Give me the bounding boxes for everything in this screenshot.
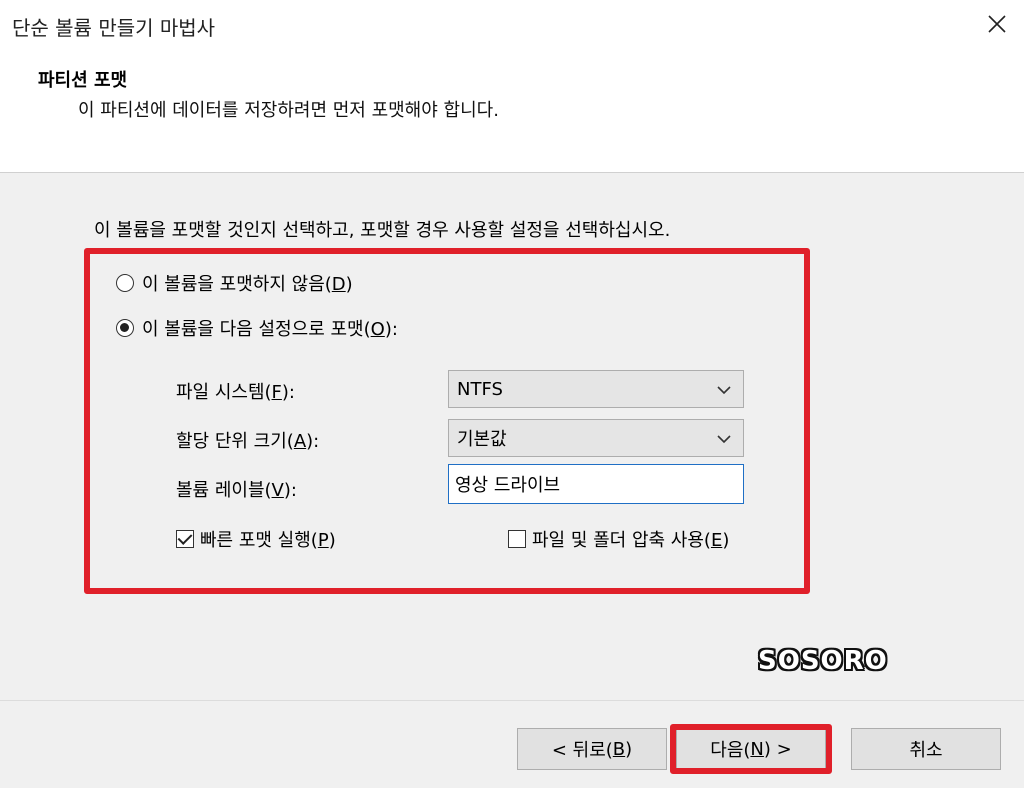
radio-format-label: 이 볼륨을 다음 설정으로 포맷(O): — [142, 319, 398, 340]
close-button[interactable] — [972, 2, 1022, 46]
quick-format-box[interactable] — [176, 530, 194, 548]
close-icon — [988, 15, 1006, 33]
compression-label: 파일 및 폴더 압축 사용(E) — [532, 530, 730, 551]
radio-format[interactable]: 이 볼륨을 다음 설정으로 포맷(O): — [116, 315, 398, 341]
filesystem-select[interactable]: NTFS — [448, 370, 744, 408]
filesystem-label: 파일 시스템(F): — [176, 382, 295, 403]
radio-no-format[interactable]: 이 볼륨을 포맷하지 않음(D) — [116, 270, 353, 296]
volume-label-input[interactable]: 영상 드라이브 — [448, 464, 744, 504]
volume-label-label: 볼륨 레이블(V): — [176, 480, 297, 501]
window-title: 단순 볼륨 만들기 마법사 — [12, 16, 216, 40]
page-heading: 파티션 포맷 — [38, 70, 128, 91]
wizard-header: 단순 볼륨 만들기 마법사 파티션 포맷 이 파티션에 데이터를 저장하려면 먼… — [0, 0, 1024, 173]
page-subheading: 이 파티션에 데이터를 저장하려면 먼저 포맷해야 합니다. — [78, 100, 499, 121]
back-button[interactable]: < 뒤로(B) — [517, 728, 667, 770]
volume-label-value: 영상 드라이브 — [455, 475, 561, 496]
chevron-down-icon — [717, 435, 731, 444]
quick-format-label: 빠른 포맷 실행(P) — [200, 530, 336, 551]
chevron-down-icon — [717, 386, 731, 395]
watermark: SOSORO — [758, 646, 888, 676]
radio-no-format-circle[interactable] — [116, 274, 134, 292]
quick-format-checkbox[interactable]: 빠른 포맷 실행(P) — [176, 526, 336, 552]
compression-box[interactable] — [508, 530, 526, 548]
allocation-label: 할당 단위 크기(A): — [176, 431, 320, 452]
radio-format-circle[interactable] — [116, 319, 134, 337]
cancel-button[interactable]: 취소 — [851, 728, 1001, 770]
allocation-select[interactable]: 기본값 — [448, 419, 744, 457]
footer-divider — [0, 700, 1024, 701]
radio-no-format-label: 이 볼륨을 포맷하지 않음(D) — [142, 274, 353, 295]
next-button[interactable]: 다음(N) > — [676, 728, 826, 770]
filesystem-value: NTFS — [457, 378, 503, 400]
compression-checkbox[interactable]: 파일 및 폴더 압축 사용(E) — [508, 526, 729, 552]
instruction-text: 이 볼륨을 포맷할 것인지 선택하고, 포맷할 경우 사용할 설정을 선택하십시… — [94, 220, 671, 241]
allocation-value: 기본값 — [457, 429, 507, 450]
